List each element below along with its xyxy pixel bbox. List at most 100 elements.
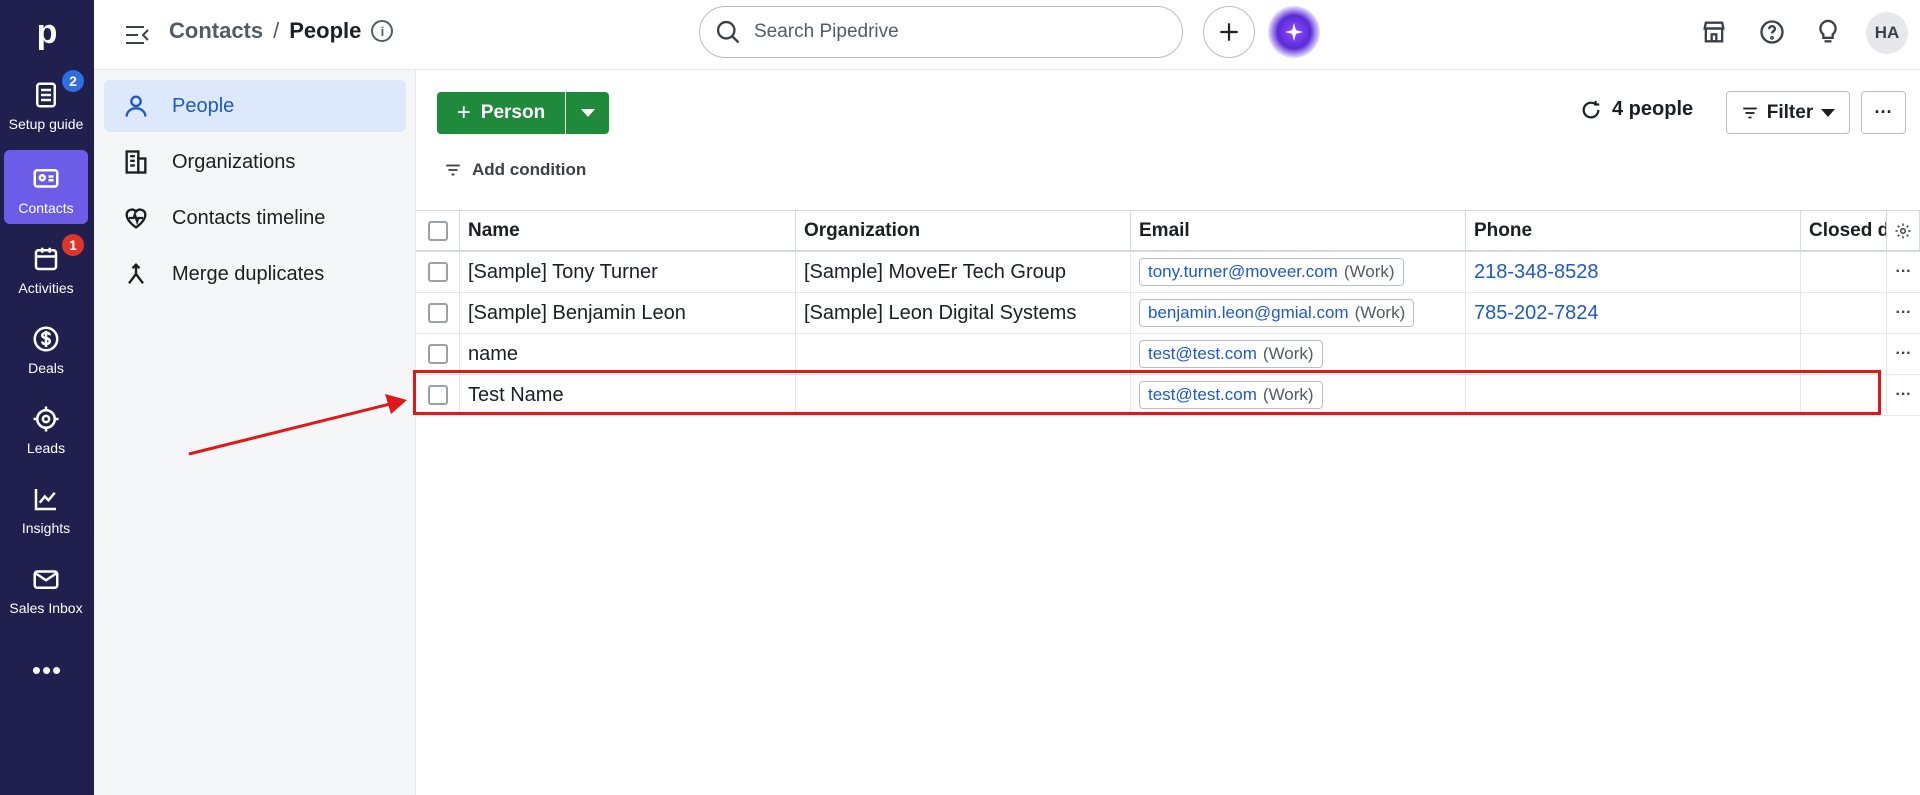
column-settings-button[interactable] xyxy=(1887,211,1920,250)
row-highlight-box xyxy=(413,370,1881,415)
filter-button[interactable]: Filter xyxy=(1726,91,1850,134)
row-more-button[interactable]: ··· xyxy=(1887,334,1920,374)
closed-deals-cell xyxy=(1801,334,1887,374)
building-icon xyxy=(125,150,147,174)
row-select-cell xyxy=(416,293,460,333)
subnav-item-contacts-timeline[interactable]: Contacts timeline xyxy=(104,192,406,244)
rail-item-insights[interactable]: Insights xyxy=(4,470,88,544)
row-more-button[interactable]: ··· xyxy=(1887,252,1920,292)
add-person-button[interactable]: + Person xyxy=(437,92,565,134)
notification-badge: 2 xyxy=(62,70,84,92)
row-checkbox[interactable] xyxy=(427,303,448,323)
gear-icon xyxy=(1895,223,1911,238)
dollar-icon xyxy=(33,326,59,352)
target-icon xyxy=(33,406,59,432)
subnav-item-organizations[interactable]: Organizations xyxy=(104,136,406,188)
filter-icon xyxy=(1743,107,1757,118)
rail-item-deals[interactable]: Deals xyxy=(4,310,88,384)
merge-icon xyxy=(128,263,144,285)
breadcrumb-contacts[interactable]: Contacts xyxy=(169,18,263,44)
phone-cell[interactable]: 218-348-8528 xyxy=(1466,252,1801,292)
column-header-name[interactable]: Name xyxy=(460,211,796,250)
person-name-cell[interactable]: name xyxy=(460,334,796,374)
person-name-cell[interactable]: [Sample] Tony Turner xyxy=(460,252,796,292)
phone-cell[interactable]: 785-202-7824 xyxy=(1466,293,1801,333)
subnav-label: Merge duplicates xyxy=(172,262,325,285)
tips-lightbulb-icon[interactable] xyxy=(1812,16,1844,48)
subnav-label: People xyxy=(172,94,235,117)
checklist-icon xyxy=(36,82,56,108)
closed-deals-cell xyxy=(1801,293,1887,333)
add-person-dropdown-button[interactable] xyxy=(566,92,609,134)
organization-cell[interactable]: [Sample] Leon Digital Systems xyxy=(796,293,1131,333)
search-input[interactable] xyxy=(754,21,1154,43)
table-row[interactable]: [Sample] Benjamin Leon [Sample] Leon Dig… xyxy=(416,293,1920,334)
email-type-label: (Work) xyxy=(1343,262,1395,281)
email-cell: test@test.com (Work) xyxy=(1131,334,1466,374)
row-select-cell xyxy=(416,334,460,374)
marketplace-icon[interactable] xyxy=(1698,16,1730,48)
email-type-label: (Work) xyxy=(1354,303,1406,322)
email-address[interactable]: benjamin.leon@gmial.com xyxy=(1148,303,1349,323)
rail-label: Setup guide xyxy=(8,116,84,132)
pipedrive-logo[interactable]: p xyxy=(0,8,94,56)
rail-label: Activities xyxy=(18,280,74,296)
row-more-button[interactable]: ··· xyxy=(1887,375,1920,415)
people-count: 4 people xyxy=(1580,98,1693,121)
organization-cell[interactable] xyxy=(796,334,1131,374)
column-header-email[interactable]: Email xyxy=(1131,211,1466,250)
subnav-item-merge-duplicates[interactable]: Merge duplicates xyxy=(104,248,406,300)
user-avatar[interactable]: HA xyxy=(1866,12,1908,54)
row-checkbox[interactable] xyxy=(427,344,448,364)
rail-item-leads[interactable]: Leads xyxy=(4,390,88,464)
row-select-cell xyxy=(416,252,460,292)
column-header-closed-deals[interactable]: Closed d xyxy=(1801,211,1887,250)
column-header-organization[interactable]: Organization xyxy=(796,211,1131,250)
column-header-phone[interactable]: Phone xyxy=(1466,211,1801,250)
chevron-down-icon xyxy=(580,109,595,117)
calendar-icon xyxy=(34,247,58,271)
rail-item-setup-guide[interactable]: Setup guide 2 xyxy=(4,66,88,140)
more-apps-button[interactable]: ••• xyxy=(0,655,94,685)
ai-assistant-button[interactable] xyxy=(1268,6,1320,58)
plus-icon: + xyxy=(456,99,471,126)
rail-label: Sales Inbox xyxy=(9,600,83,616)
row-more-button[interactable]: ··· xyxy=(1887,293,1920,333)
select-all-checkbox[interactable] xyxy=(427,220,448,241)
rail-item-contacts[interactable]: Contacts xyxy=(4,150,88,224)
subnav-item-people[interactable]: People xyxy=(104,80,406,132)
chevron-down-icon xyxy=(1821,108,1836,117)
table-row[interactable]: [Sample] Tony Turner [Sample] MoveEr Tec… xyxy=(416,252,1920,293)
rail-item-sales-inbox[interactable]: Sales Inbox xyxy=(4,550,88,624)
info-icon[interactable]: i xyxy=(371,20,394,42)
email-pill[interactable]: test@test.com (Work) xyxy=(1139,340,1323,368)
person-name-cell[interactable]: [Sample] Benjamin Leon xyxy=(460,293,796,333)
table-row[interactable]: name test@test.com (Work) ··· xyxy=(416,334,1920,375)
rail-item-activities[interactable]: Activities 1 xyxy=(4,230,88,304)
plus-icon xyxy=(1220,23,1238,41)
more-actions-button[interactable]: ··· xyxy=(1861,91,1906,134)
filter-icon xyxy=(446,164,460,176)
quick-add-button[interactable] xyxy=(1203,6,1255,58)
refresh-icon[interactable] xyxy=(1580,99,1602,121)
email-cell: benjamin.leon@gmial.com (Work) xyxy=(1131,293,1466,333)
email-pill[interactable]: benjamin.leon@gmial.com (Work) xyxy=(1139,299,1415,327)
top-bar: Contacts / People i HA xyxy=(94,0,1920,70)
collapse-menu-icon[interactable] xyxy=(122,20,152,50)
help-icon[interactable] xyxy=(1756,16,1788,48)
email-pill[interactable]: tony.turner@moveer.com (Work) xyxy=(1139,258,1404,286)
add-condition-button[interactable]: Add condition xyxy=(444,160,586,180)
sparkle-icon xyxy=(1284,22,1304,42)
email-address[interactable]: tony.turner@moveer.com xyxy=(1148,262,1338,282)
email-address[interactable]: test@test.com xyxy=(1148,344,1257,364)
subnav-label: Contacts timeline xyxy=(172,206,326,229)
filter-label: Filter xyxy=(1766,101,1814,123)
person-icon xyxy=(125,95,147,117)
row-checkbox[interactable] xyxy=(427,262,448,282)
organization-cell[interactable]: [Sample] MoveEr Tech Group xyxy=(796,252,1131,292)
email-type-label: (Work) xyxy=(1262,344,1314,363)
people-count-label: 4 people xyxy=(1612,98,1694,120)
closed-deals-cell xyxy=(1801,252,1887,292)
select-all-cell xyxy=(416,211,460,250)
phone-cell[interactable] xyxy=(1466,334,1801,374)
